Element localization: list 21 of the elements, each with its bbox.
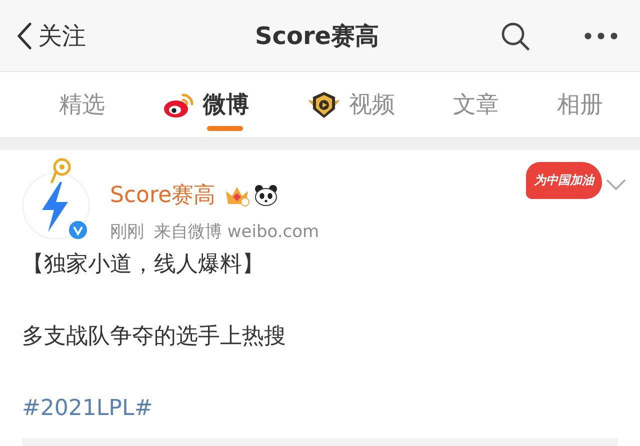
panda-icon [254, 184, 278, 206]
cheer-badge: 为中国加油 [526, 162, 602, 199]
back-button[interactable]: 关注 [16, 20, 166, 52]
tab[interactable]: 相册 [557, 72, 603, 137]
hashtag-link[interactable]: #2021LPL# [22, 392, 618, 426]
search-icon[interactable] [500, 20, 530, 50]
post-text: 多支战队争夺的选手上热搜 [22, 323, 287, 351]
post-time: 刚刚 [110, 221, 144, 243]
play-shield-icon [307, 90, 341, 118]
tab[interactable]: 微博 [163, 72, 249, 137]
page-title: Score赛高 [254, 20, 380, 52]
coin-icon [49, 158, 71, 184]
more-icon[interactable] [584, 32, 618, 40]
author-name[interactable]: Score赛高 [110, 180, 216, 210]
post-source: 来自微博 weibo.com [154, 221, 320, 243]
tab[interactable]: 视频 [307, 72, 395, 137]
tab[interactable]: 文章 [453, 72, 499, 137]
back-chevron-icon [16, 22, 32, 50]
lightning-avatar-icon[interactable] [22, 172, 90, 240]
tab[interactable]: 精选 [59, 72, 105, 137]
post-text: 【独家小道，线人爆料】 [22, 251, 265, 279]
